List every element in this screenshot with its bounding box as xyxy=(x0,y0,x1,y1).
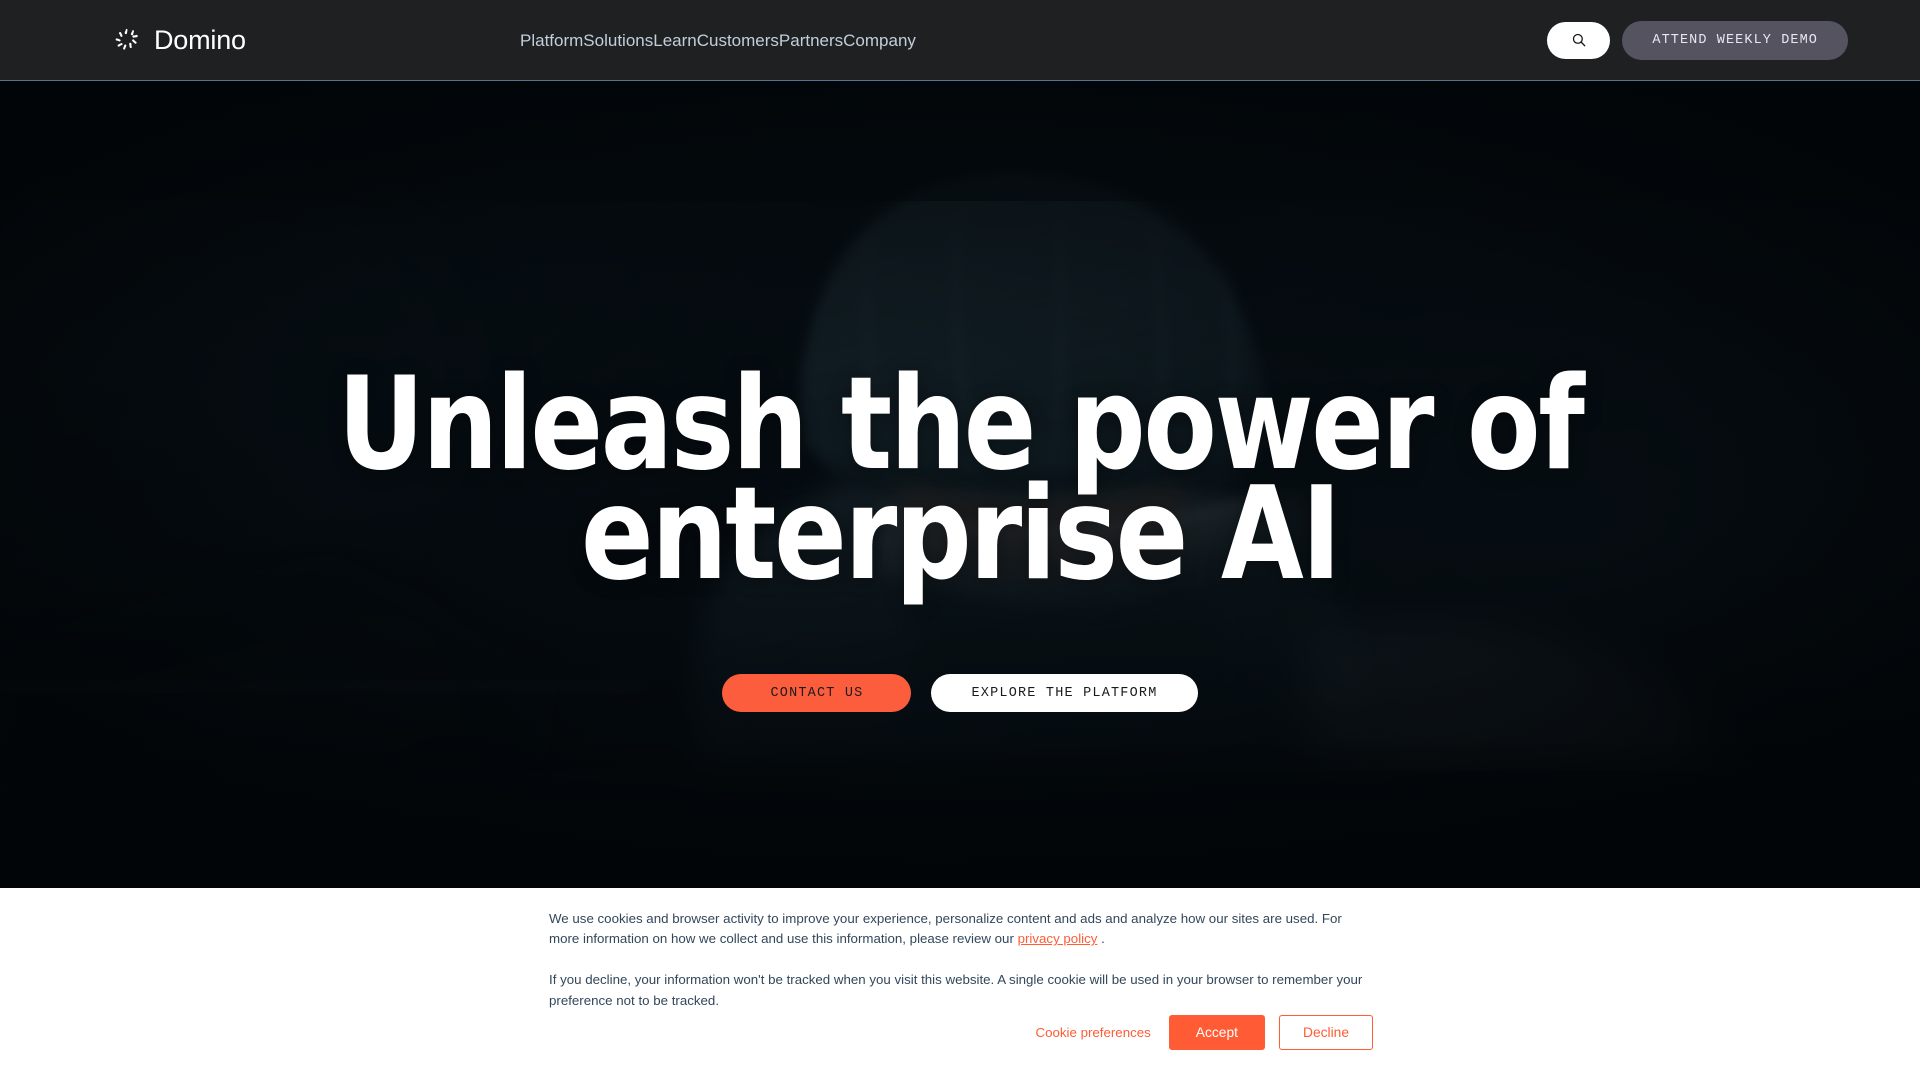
page-root: Domino Platform Solutions Learn Customer… xyxy=(0,0,1920,1080)
contact-us-button[interactable]: CONTACT US xyxy=(722,674,912,713)
accept-cookies-button[interactable]: Accept xyxy=(1168,1015,1265,1050)
hero-title-line-2: enterprise AI xyxy=(581,460,1341,610)
hero-section: Unleash the power of enterprise AI CONTA… xyxy=(0,81,1920,888)
primary-navigation: Platform Solutions Learn Customers Partn… xyxy=(520,24,916,57)
nav-item-partners[interactable]: Partners xyxy=(779,24,843,57)
cookie-banner-actions: Cookie preferences Accept Decline xyxy=(549,1015,1373,1050)
cookie-preferences-button[interactable]: Cookie preferences xyxy=(1031,1019,1154,1046)
search-icon xyxy=(1571,32,1587,48)
nav-item-platform[interactable]: Platform xyxy=(520,24,583,57)
cookie-paragraph-1: We use cookies and browser activity to i… xyxy=(549,909,1373,949)
nav-item-customers[interactable]: Customers xyxy=(697,24,779,57)
hero-content: Unleash the power of enterprise AI CONTA… xyxy=(0,81,1920,888)
hero-cta-group: CONTACT US EXPLORE THE PLATFORM xyxy=(722,674,1198,713)
nav-item-learn[interactable]: Learn xyxy=(653,24,696,57)
attend-weekly-demo-button[interactable]: ATTEND WEEKLY DEMO xyxy=(1622,20,1848,60)
domino-aperture-logo-icon xyxy=(112,25,142,55)
cookie-paragraph-1-text: We use cookies and browser activity to i… xyxy=(549,911,1342,947)
page-title: Unleash the power of enterprise AI xyxy=(290,361,1629,599)
header-actions: ATTEND WEEKLY DEMO xyxy=(1547,20,1848,60)
cookie-paragraph-1-tail: . xyxy=(1097,931,1105,947)
nav-item-solutions[interactable]: Solutions xyxy=(583,24,653,57)
cookie-banner-text-block: We use cookies and browser activity to i… xyxy=(549,909,1373,1011)
privacy-policy-link[interactable]: privacy policy xyxy=(1018,931,1098,946)
brand-name: Domino xyxy=(154,24,246,55)
site-header: Domino Platform Solutions Learn Customer… xyxy=(0,0,1920,81)
decline-cookies-button[interactable]: Decline xyxy=(1278,1015,1373,1050)
nav-item-company[interactable]: Company xyxy=(843,24,916,57)
explore-the-platform-button[interactable]: EXPLORE THE PLATFORM xyxy=(931,674,1198,713)
search-button[interactable] xyxy=(1547,21,1611,59)
brand-logo-link[interactable]: Domino xyxy=(112,25,246,55)
cookie-paragraph-2: If you decline, your information won't b… xyxy=(549,972,1363,1008)
cookie-consent-banner: We use cookies and browser activity to i… xyxy=(0,888,1920,1080)
